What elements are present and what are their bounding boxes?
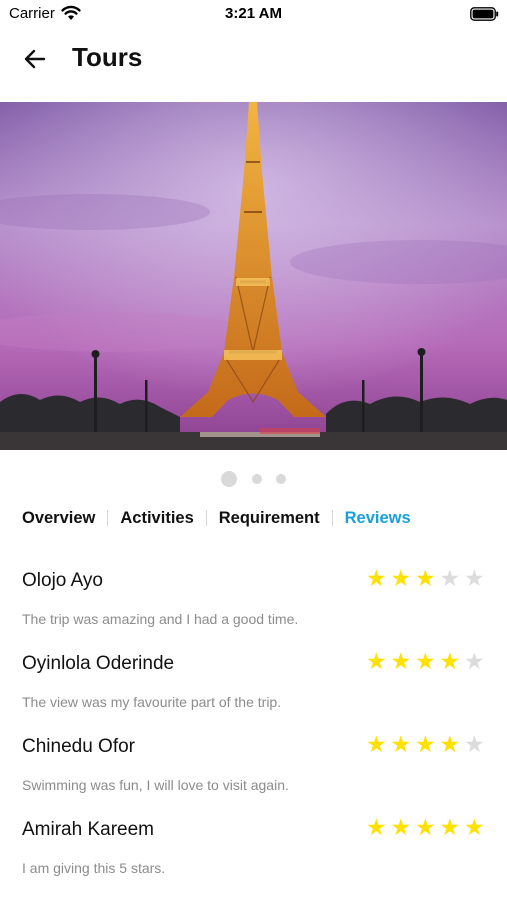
star-filled-icon[interactable]: ★ bbox=[389, 565, 414, 591]
star-filled-icon[interactable]: ★ bbox=[413, 731, 438, 757]
hero-image[interactable] bbox=[0, 102, 507, 450]
pager-dot[interactable] bbox=[252, 474, 262, 484]
status-bar: Carrier 3:21 AM bbox=[0, 0, 507, 28]
tab-overview[interactable]: Overview bbox=[22, 509, 95, 528]
review-comment: I am giving this 5 stars. bbox=[22, 860, 166, 876]
nav-header: Tours bbox=[0, 28, 507, 102]
pager-dot[interactable] bbox=[276, 474, 286, 484]
star-empty-icon[interactable]: ★ bbox=[438, 565, 463, 591]
review-comment: The view was my favourite part of the tr… bbox=[22, 694, 282, 710]
review-item: Oyinlola Oderinde ★ ★ ★ ★ ★ The view was my … bbox=[0, 643, 507, 725]
star-filled-icon[interactable]: ★ bbox=[413, 565, 438, 591]
review-item: Chinedu Ofor ★ ★ ★ ★ ★ Swimming was fun, I w… bbox=[0, 726, 507, 808]
star-filled-icon[interactable]: ★ bbox=[462, 814, 487, 840]
page-title: Tours bbox=[72, 42, 143, 72]
review-item: Amirah Kareem ★ ★ ★ ★ ★ I am giving this 5 s… bbox=[0, 809, 507, 891]
section-tabs: Overview Activities Requirement Reviews bbox=[22, 506, 411, 530]
reviewer-name: Olojo Ayo bbox=[22, 570, 103, 591]
tab-requirement[interactable]: Requirement bbox=[219, 509, 320, 528]
star-filled-icon[interactable]: ★ bbox=[413, 648, 438, 674]
reviewer-name: Amirah Kareem bbox=[22, 819, 154, 840]
star-filled-icon[interactable]: ★ bbox=[389, 648, 414, 674]
review-comment: The trip was amazing and I had a good ti… bbox=[22, 611, 299, 627]
pager-dot-active[interactable] bbox=[221, 471, 237, 487]
star-empty-icon[interactable]: ★ bbox=[462, 731, 487, 757]
review-item: Olojo Ayo ★ ★ ★ ★ ★ The trip was amazing and… bbox=[0, 560, 507, 642]
tab-divider bbox=[107, 510, 109, 526]
star-rating[interactable]: ★ ★ ★ ★ ★ bbox=[364, 731, 487, 757]
star-rating[interactable]: ★ ★ ★ ★ ★ bbox=[364, 565, 487, 591]
tab-divider bbox=[205, 510, 207, 526]
status-time: 3:21 AM bbox=[225, 5, 282, 22]
star-filled-icon[interactable]: ★ bbox=[364, 731, 389, 757]
star-rating[interactable]: ★ ★ ★ ★ ★ bbox=[364, 814, 487, 840]
battery-icon bbox=[470, 7, 499, 21]
star-filled-icon[interactable]: ★ bbox=[364, 648, 389, 674]
tab-activities[interactable]: Activities bbox=[120, 509, 193, 528]
star-rating[interactable]: ★ ★ ★ ★ ★ bbox=[364, 648, 487, 674]
star-filled-icon[interactable]: ★ bbox=[438, 814, 463, 840]
star-filled-icon[interactable]: ★ bbox=[438, 731, 463, 757]
tab-divider bbox=[331, 510, 333, 526]
star-filled-icon[interactable]: ★ bbox=[389, 814, 414, 840]
star-filled-icon[interactable]: ★ bbox=[364, 565, 389, 591]
star-filled-icon[interactable]: ★ bbox=[413, 814, 438, 840]
star-empty-icon[interactable]: ★ bbox=[462, 565, 487, 591]
back-button[interactable] bbox=[18, 44, 54, 74]
review-comment: Swimming was fun, I will love to visit a… bbox=[22, 777, 289, 793]
reviewer-name: Oyinlola Oderinde bbox=[22, 653, 175, 674]
tab-reviews[interactable]: Reviews bbox=[345, 509, 411, 528]
image-pager bbox=[0, 470, 507, 488]
arrow-left-icon[interactable] bbox=[18, 44, 54, 74]
star-filled-icon[interactable]: ★ bbox=[364, 814, 389, 840]
star-empty-icon[interactable]: ★ bbox=[462, 648, 487, 674]
star-filled-icon[interactable]: ★ bbox=[389, 731, 414, 757]
reviewer-name: Chinedu Ofor bbox=[22, 736, 136, 757]
star-filled-icon[interactable]: ★ bbox=[438, 648, 463, 674]
